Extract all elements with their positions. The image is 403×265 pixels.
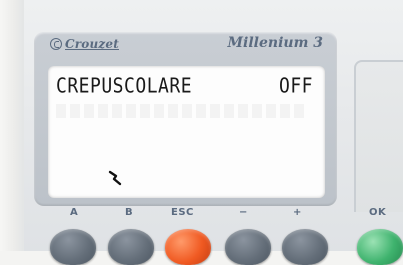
esc-button[interactable]	[165, 229, 211, 265]
minus-button-label: −	[239, 207, 248, 218]
crouzet-logo-icon	[50, 38, 62, 50]
b-button-label: B	[125, 207, 134, 218]
b-button[interactable]	[108, 229, 154, 265]
display-title: CREPUSCOLARE	[56, 74, 193, 99]
model-name: Millenium 3	[227, 35, 323, 51]
ok-button[interactable]	[357, 229, 403, 265]
esc-button-label: ESC	[171, 207, 194, 218]
minus-button[interactable]	[225, 229, 271, 265]
lcd-display: CREPUSCOLARE OFF	[48, 66, 325, 198]
plc-device: Crouzet Millenium 3 CREPUSCOLARE OFF A B…	[0, 0, 403, 265]
display-status: OFF	[278, 74, 313, 99]
a-button-label: A	[70, 207, 79, 218]
cursor-icon	[108, 170, 122, 186]
brand-name: Crouzet	[65, 37, 119, 51]
plus-button[interactable]	[282, 229, 328, 265]
device-edge	[0, 0, 24, 251]
plus-button-label: +	[293, 207, 302, 218]
side-panel	[354, 60, 403, 212]
ok-button-label: OK	[369, 207, 387, 218]
a-button[interactable]	[50, 229, 96, 265]
brand-logo-area: Crouzet	[50, 35, 119, 53]
lcd-ghost-row	[56, 104, 306, 118]
